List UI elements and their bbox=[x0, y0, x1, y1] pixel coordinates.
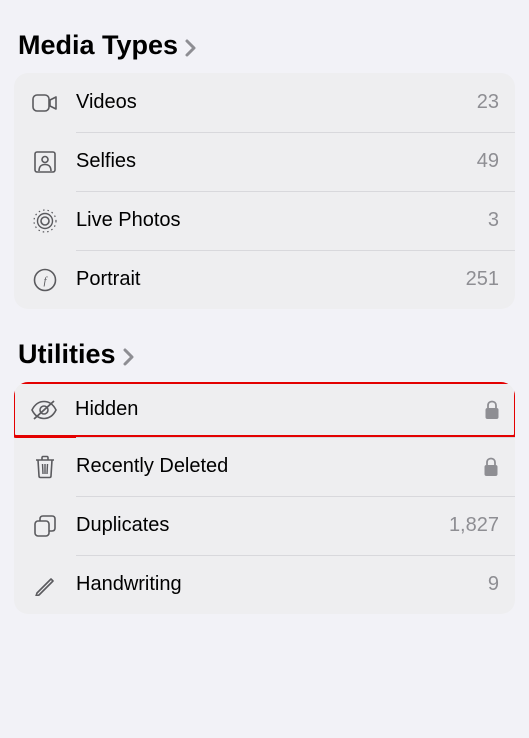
row-label: Recently Deleted bbox=[76, 455, 483, 478]
row-count: 23 bbox=[477, 91, 499, 114]
row-selfies[interactable]: Selfies 49 bbox=[14, 132, 515, 191]
eye-slash-icon bbox=[29, 395, 59, 425]
lock-icon bbox=[483, 457, 499, 477]
selfie-icon bbox=[30, 147, 60, 177]
svg-text:f: f bbox=[43, 275, 48, 287]
row-count: 251 bbox=[466, 268, 499, 291]
row-duplicates[interactable]: Duplicates 1,827 bbox=[14, 496, 515, 555]
utilities-list: Hidden Recently Deleted Duplicates 1,827… bbox=[14, 382, 515, 614]
row-label: Duplicates bbox=[76, 514, 449, 537]
lock-icon bbox=[484, 400, 500, 420]
row-count: 49 bbox=[477, 150, 499, 173]
row-live-photos[interactable]: Live Photos 3 bbox=[14, 191, 515, 250]
row-label: Handwriting bbox=[76, 573, 488, 596]
chevron-right-icon bbox=[122, 347, 136, 367]
media-types-header[interactable]: Media Types bbox=[14, 0, 515, 73]
utilities-header[interactable]: Utilities bbox=[14, 309, 515, 382]
row-label: Videos bbox=[76, 91, 477, 114]
row-count: 1,827 bbox=[449, 514, 499, 537]
duplicate-icon bbox=[30, 511, 60, 541]
trash-icon bbox=[30, 452, 60, 482]
aperture-icon: f bbox=[30, 265, 60, 295]
utilities-title: Utilities bbox=[18, 339, 116, 370]
row-label: Live Photos bbox=[76, 209, 488, 232]
chevron-right-icon bbox=[184, 38, 198, 58]
row-label: Selfies bbox=[76, 150, 477, 173]
media-types-list: Videos 23 Selfies 49 Live Photos 3 f Por… bbox=[14, 73, 515, 309]
row-portrait[interactable]: f Portrait 251 bbox=[14, 250, 515, 309]
row-label: Hidden bbox=[75, 398, 484, 421]
video-camera-icon bbox=[30, 88, 60, 118]
media-types-title: Media Types bbox=[18, 30, 178, 61]
row-recently-deleted[interactable]: Recently Deleted bbox=[14, 437, 515, 496]
row-label: Portrait bbox=[76, 268, 466, 291]
row-count: 3 bbox=[488, 209, 499, 232]
row-count: 9 bbox=[488, 573, 499, 596]
row-videos[interactable]: Videos 23 bbox=[14, 73, 515, 132]
live-photos-icon bbox=[30, 206, 60, 236]
row-handwriting[interactable]: Handwriting 9 bbox=[14, 555, 515, 614]
row-hidden[interactable]: Hidden bbox=[14, 382, 515, 438]
pencil-icon bbox=[30, 570, 60, 600]
